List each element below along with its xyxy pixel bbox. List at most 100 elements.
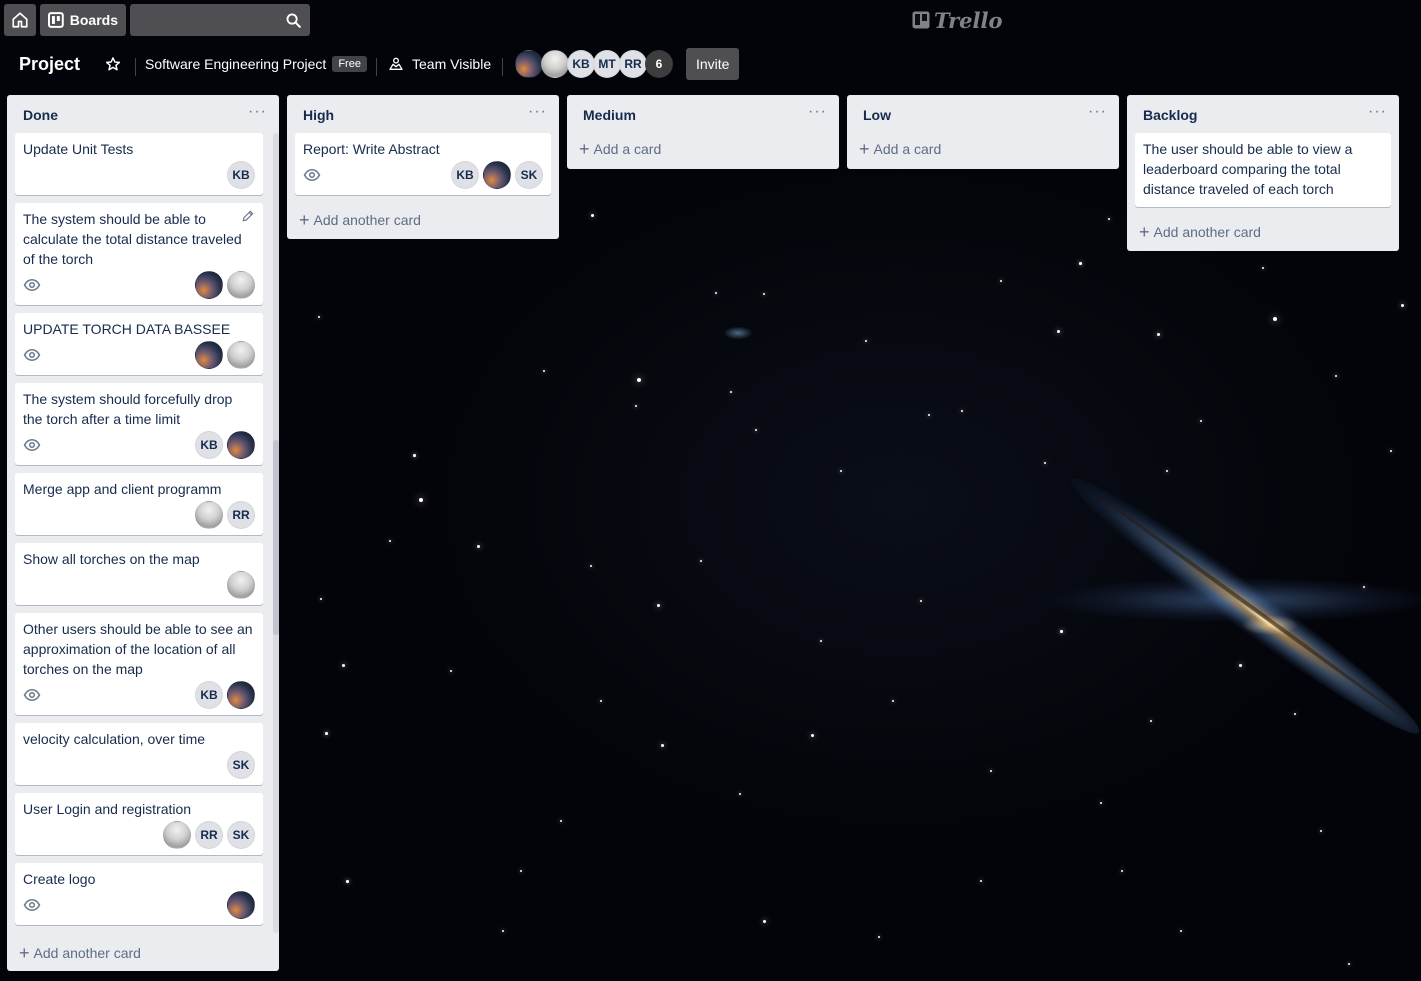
list-title[interactable]: Backlog [1143,107,1197,123]
member-avatar[interactable]: KB [567,50,595,78]
card-members: RR [195,501,255,529]
boards-button[interactable]: Boards [40,4,126,36]
search-input[interactable] [136,10,276,30]
card-footer: KB [23,679,255,711]
list-title[interactable]: High [303,107,334,123]
add-card-button[interactable]: + Add another card [1127,213,1399,251]
star-board-button[interactable] [101,48,125,80]
home-button[interactable] [4,4,36,36]
member-avatar[interactable]: RR [619,50,647,78]
member-avatar[interactable] [515,50,543,78]
board-members: KB MT RR 6 [515,48,673,80]
trello-logo[interactable]: Trello [912,6,1003,34]
member-avatar[interactable] [483,161,511,189]
trello-logo-text: Trello [934,7,1003,33]
card-members [195,341,255,369]
board-title[interactable]: Project [19,48,80,80]
member-avatar[interactable] [227,341,255,369]
card-members [227,571,255,599]
plus-icon: + [1139,222,1150,242]
background-star [763,293,765,295]
background-star [543,370,545,372]
header-divider [502,58,503,76]
card[interactable]: The system should forcefully drop the to… [15,383,263,465]
background-star [878,936,880,938]
search-box[interactable] [130,4,310,36]
card[interactable]: Other users should be able to see an app… [15,613,263,715]
member-avatar[interactable] [195,271,223,299]
member-avatar[interactable] [227,681,255,709]
list-header: High ··· [287,95,559,133]
card[interactable]: Create logo [15,863,263,925]
add-card-button[interactable]: + Add a card [847,131,1119,167]
list-menu-button[interactable]: ··· [1088,103,1107,121]
member-avatar[interactable] [227,271,255,299]
card[interactable]: The system should be able to calculate t… [15,203,263,305]
member-count[interactable]: 6 [645,50,673,78]
card[interactable]: Show all torches on the map [15,543,263,605]
visibility-button[interactable]: Team Visible [388,48,491,80]
list-title[interactable]: Low [863,107,891,123]
member-avatar[interactable]: KB [227,161,255,189]
background-star [980,880,982,882]
member-avatar[interactable] [541,50,569,78]
invite-button[interactable]: Invite [686,48,740,80]
member-avatar[interactable]: SK [227,751,255,779]
card[interactable]: User Login and registration RR SK [15,793,263,855]
scrollbar-thumb[interactable] [273,440,279,635]
background-star [1150,720,1152,722]
member-avatar[interactable]: RR [227,501,255,529]
member-avatar[interactable] [227,891,255,919]
card[interactable]: Update Unit Tests KB [15,133,263,195]
list-menu-button[interactable]: ··· [248,103,267,121]
add-card-label: Add a card [593,141,662,157]
card-badges [23,896,41,914]
card[interactable]: Merge app and client programm RR [15,473,263,535]
member-avatar[interactable] [227,571,255,599]
background-star [730,391,732,393]
card-title: The user should be able to view a leader… [1143,141,1353,197]
card[interactable]: Report: Write Abstract KB SK [295,133,551,195]
member-avatar[interactable]: RR [195,821,223,849]
add-card-button[interactable]: + Add another card [287,201,559,239]
member-avatar[interactable] [163,821,191,849]
background-star [1180,930,1182,932]
member-avatar[interactable]: SK [227,821,255,849]
member-avatar[interactable]: KB [195,681,223,709]
card-title: The system should forcefully drop the to… [23,391,233,427]
list-menu-button[interactable]: ··· [1368,103,1387,121]
plus-icon: + [579,139,590,159]
card[interactable]: The user should be able to view a leader… [1135,133,1391,207]
card-title: Report: Write Abstract [303,141,440,157]
list-title[interactable]: Done [23,107,58,123]
background-star [1157,333,1160,336]
edit-pencil-icon[interactable] [241,209,255,223]
add-card-button[interactable]: + Add another card [7,935,279,971]
list-menu-button[interactable]: ··· [808,103,827,121]
member-avatar[interactable]: KB [195,431,223,459]
member-avatar[interactable]: MT [593,50,621,78]
team-button[interactable]: Software Engineering Project Free [145,48,367,80]
background-star [1121,870,1123,872]
card-title: The system should be able to calculate t… [23,211,242,267]
card[interactable]: UPDATE TORCH DATA BASSEE [15,313,263,375]
member-avatar[interactable] [227,431,255,459]
member-avatar[interactable]: KB [451,161,479,189]
list-menu-button[interactable]: ··· [528,103,547,121]
add-card-label: Add another card [33,945,141,961]
card[interactable]: velocity calculation, over time SK [15,723,263,785]
background-star [1363,586,1365,588]
member-avatar[interactable]: SK [515,161,543,189]
member-avatar[interactable] [195,501,223,529]
board-header: Project Software Engineering Project Fre… [0,44,1421,84]
list-header: Low ··· [847,95,1119,133]
member-avatar[interactable] [195,341,223,369]
search-icon[interactable] [285,12,302,29]
card-footer: RR SK [23,819,255,851]
list-title[interactable]: Medium [583,107,636,123]
background-star [1079,262,1082,265]
card-title: Merge app and client programm [23,481,222,497]
top-bar: Boards Trello [0,0,1421,40]
plus-icon: + [19,943,30,963]
add-card-button[interactable]: + Add a card [567,131,839,167]
